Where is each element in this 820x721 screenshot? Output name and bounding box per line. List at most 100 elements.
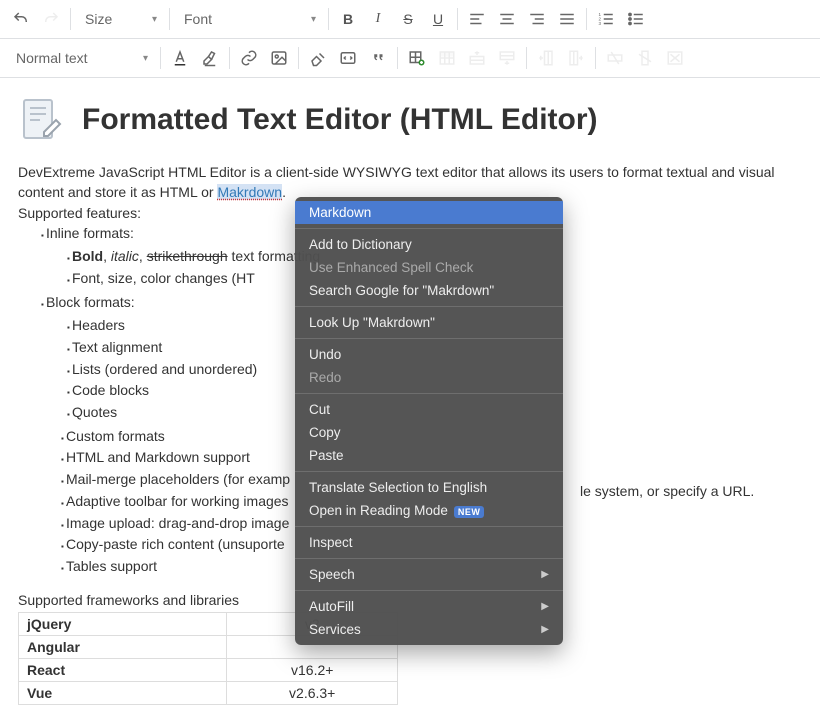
inline-formats-label: Inline formats: [46,225,134,241]
table-header-row-button[interactable] [432,43,462,73]
menu-item[interactable]: Look Up "Makrdown" [295,311,563,334]
bullet-list-button[interactable] [621,4,651,34]
font-family-label: Font [184,11,212,27]
bold-button[interactable]: B [333,4,363,34]
toolbar-separator [526,47,527,69]
insert-col-right-button[interactable] [561,43,591,73]
strike-button[interactable]: S [393,4,423,34]
menu-separator [295,590,563,591]
delete-col-button[interactable] [630,43,660,73]
clear-format-button[interactable] [303,43,333,73]
ordered-list-button[interactable]: 123 [591,4,621,34]
undo-button[interactable] [6,4,36,34]
toolbar-separator [586,8,587,30]
menu-item[interactable]: Open in Reading ModeNEW [295,499,563,522]
toolbar-separator [229,47,230,69]
menu-item-label: Open in Reading ModeNEW [309,503,484,518]
menu-item-label: Copy [309,425,341,440]
hero: Formatted Text Editor (HTML Editor) [18,92,802,156]
misspelled-word[interactable]: Makrdown [217,184,282,200]
menu-item-label: Use Enhanced Spell Check [309,260,473,275]
image-tail-fragment: le system, or specify a URL. [580,483,754,499]
chevron-down-icon: ▾ [143,53,148,64]
menu-item[interactable]: Markdown [295,201,563,224]
toolbar-row-2: Normal text ▾ [0,39,820,78]
menu-item[interactable]: Cut [295,398,563,421]
svg-text:3: 3 [599,21,602,26]
toolbar-separator [328,8,329,30]
page-title: Formatted Text Editor (HTML Editor) [82,103,598,137]
menu-item-label: Translate Selection to English [309,480,487,495]
menu-separator [295,306,563,307]
insert-col-left-button[interactable] [531,43,561,73]
heading-label: Normal text [16,50,88,66]
align-left-button[interactable] [462,4,492,34]
menu-separator [295,471,563,472]
delete-row-button[interactable] [600,43,630,73]
toolbar-separator [397,47,398,69]
toolbar-separator [595,47,596,69]
image-button[interactable] [264,43,294,73]
menu-item-label: Search Google for "Makrdown" [309,283,494,298]
align-center-button[interactable] [492,4,522,34]
blockquote-button[interactable] [363,43,393,73]
font-color-button[interactable] [165,43,195,73]
menu-item-label: Paste [309,448,344,463]
context-menu: Markdown Add to Dictionary Use Enhanced Sp… [295,197,563,645]
toolbar-separator [70,8,71,30]
heading-select[interactable]: Normal text ▾ [6,43,156,73]
codeblock-button[interactable] [333,43,363,73]
font-size-label: Size [85,11,112,27]
delete-table-button[interactable] [660,43,690,73]
align-right-button[interactable] [522,4,552,34]
menu-item: Redo [295,366,563,389]
menu-item[interactable]: Add to Dictionary [295,233,563,256]
menu-item[interactable]: Speech ▶ [295,563,563,586]
lead-text-b: . [282,184,286,200]
chevron-down-icon: ▾ [311,14,316,25]
align-justify-button[interactable] [552,4,582,34]
menu-item[interactable]: Search Google for "Makrdown" [295,279,563,302]
toolbar-separator [160,47,161,69]
menu-separator [295,526,563,527]
framework-name: Angular [19,635,227,658]
toolbar-row-1: Size ▾ Font ▾ B I S U 123 [0,0,820,39]
menu-item[interactable]: AutoFill▶ [295,595,563,618]
framework-version: v2.6.3+ [227,681,398,704]
chevron-down-icon: ▾ [152,14,157,25]
toolbar-separator [298,47,299,69]
font-family-select[interactable]: Font ▾ [174,4,324,34]
insert-row-below-button[interactable] [492,43,522,73]
block-formats-label: Block formats: [46,294,135,310]
menu-item[interactable]: Services▶ [295,618,563,641]
new-badge: NEW [454,506,485,518]
menu-separator [295,228,563,229]
lead-text-a: DevExtreme JavaScript HTML Editor is a c… [18,164,775,200]
submenu-arrow-icon: ▶ [541,569,549,580]
insert-table-button[interactable] [402,43,432,73]
italic-button[interactable]: I [363,4,393,34]
underline-button[interactable]: U [423,4,453,34]
menu-item[interactable]: Copy [295,421,563,444]
redo-button[interactable] [36,4,66,34]
menu-item-label: Add to Dictionary [309,237,412,252]
menu-item[interactable]: Paste [295,444,563,467]
menu-item-label: Services [309,622,361,637]
submenu-arrow-icon: ▶ [541,601,549,612]
link-button[interactable] [234,43,264,73]
document-edit-icon [18,96,66,144]
menu-item-label: Markdown [309,205,371,220]
menu-item[interactable]: Translate Selection to English [295,476,563,499]
strike-word: strikethrough [147,248,228,264]
highlight-button[interactable] [195,43,225,73]
menu-item[interactable]: Undo [295,343,563,366]
table-row: Reactv16.2+ [19,658,398,681]
menu-item-label: Cut [309,402,330,417]
italic-word: italic [111,248,139,264]
menu-item-label: Look Up "Makrdown" [309,315,435,330]
menu-separator [295,393,563,394]
insert-row-above-button[interactable] [462,43,492,73]
menu-item[interactable]: Inspect [295,531,563,554]
font-size-select[interactable]: Size ▾ [75,4,165,34]
menu-item-label: Speech [309,567,355,582]
